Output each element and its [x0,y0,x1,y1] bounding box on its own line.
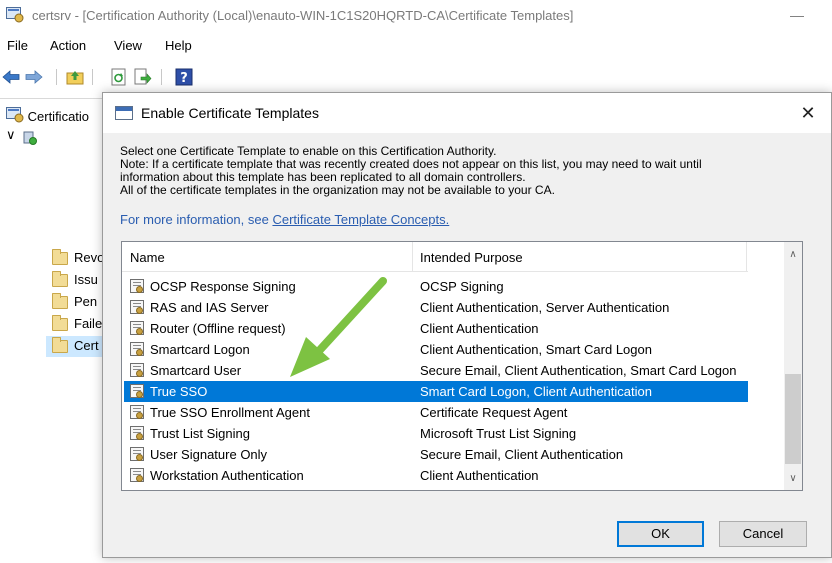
certificate-template-icon [130,468,144,482]
toolbar-separator [92,69,93,85]
template-name: Router (Offline request) [150,321,286,336]
tree-node-label: Issu [74,272,98,287]
tree-node-label: Cert [74,338,99,353]
template-purpose: Client Authentication [420,321,539,336]
column-divider[interactable] [412,242,413,272]
ca-server-icon [22,129,38,148]
template-purpose: Secure Email, Client Authentication [420,447,624,462]
column-divider[interactable] [746,242,747,272]
window-titlebar: certsrv - [Certification Authority (Loca… [0,0,832,34]
template-name: True SSO Enrollment Agent [150,405,310,420]
vertical-scrollbar[interactable]: ∧ ∨ [784,242,802,490]
minimize-button[interactable]: — [782,2,812,28]
folder-icon [52,271,68,287]
certificate-template-icon [130,363,144,377]
list-item[interactable]: User Signature Only Secure Email, Client… [124,444,748,465]
certificate-template-icon [130,405,144,419]
list-item[interactable]: Workstation Authentication Client Authen… [124,465,748,486]
template-name: User Signature Only [150,447,268,462]
template-purpose: Certificate Request Agent [420,405,568,420]
menu-action[interactable]: Action [50,38,86,53]
list-item[interactable]: RAS and IAS Server Client Authentication… [124,297,748,318]
list-item[interactable]: Router (Offline request) Client Authenti… [124,318,748,339]
tree-expander-icon[interactable]: ∨ [6,127,16,143]
list-item[interactable]: Smartcard Logon Client Authentication, S… [124,339,748,360]
dialog-title: Enable Certificate Templates [141,105,319,121]
menu-view[interactable]: View [114,38,142,53]
certificate-template-icon [130,384,144,398]
folder-icon [52,293,68,309]
template-name: Trust List Signing [150,426,250,441]
up-folder-icon[interactable] [66,68,84,86]
list-item[interactable]: True SSO Enrollment Agent Certificate Re… [124,402,748,423]
list-item-selected[interactable]: True SSO Smart Card Logon, Client Authen… [124,381,748,402]
dialog-description: Select one Certificate Template to enabl… [120,145,820,197]
certificate-template-icon [130,342,144,356]
tree-node-label: Revo [74,250,105,265]
list-item[interactable]: OCSP Response Signing OCSP Signing [124,276,748,297]
template-purpose: Secure Email, Client Authentication, Sma… [420,363,737,378]
scrollbar-thumb[interactable] [785,374,801,464]
enable-certificate-templates-dialog: Enable Certificate Templates ✕ Select on… [102,92,832,558]
column-header-purpose[interactable]: Intended Purpose [420,250,523,265]
scroll-down-icon[interactable]: ∨ [784,470,802,488]
forward-arrow-icon[interactable] [25,68,43,86]
template-name: True SSO [150,384,208,399]
template-purpose: Smart Card Logon, Client Authentication [420,384,652,399]
menu-file[interactable]: File [7,38,28,53]
help-icon[interactable]: ? [175,68,193,86]
template-purpose: Client Authentication, Smart Card Logon [420,342,652,357]
more-info-prefix: For more information, see [120,212,273,227]
close-button[interactable]: ✕ [793,99,823,127]
scroll-up-icon[interactable]: ∧ [784,246,802,264]
template-name: Smartcard User [150,363,242,378]
column-header-name[interactable]: Name [130,250,165,265]
description-line: All of the certificate templates in the … [120,183,555,197]
refresh-icon[interactable] [110,68,128,86]
svg-text:?: ? [180,71,188,86]
template-name: RAS and IAS Server [150,300,269,315]
template-purpose: OCSP Signing [420,279,504,294]
dialog-titlebar: Enable Certificate Templates ✕ [103,93,831,133]
certificate-template-icon [130,279,144,293]
template-purpose: Client Authentication, Server Authentica… [420,300,670,315]
folder-icon [52,249,68,265]
list-item[interactable]: Trust List Signing Microsoft Trust List … [124,423,748,444]
tree-root[interactable]: Certificatio [6,107,89,126]
certificate-template-icon [130,300,144,314]
certificate-template-concepts-link[interactable]: Certificate Template Concepts. [272,212,449,227]
tree-root-label: Certificatio [27,109,90,124]
folder-icon [52,315,68,331]
dialog-window-icon [115,106,133,120]
more-info-text: For more information, see Certificate Te… [120,212,449,227]
toolbar-separator [161,69,162,85]
export-list-icon[interactable] [134,68,152,86]
folder-icon [52,337,68,353]
console-tree: Certificatio ∨ Revo Issu Pen Faile Cert [0,98,110,563]
ok-button[interactable]: OK [617,521,704,547]
tree-node-label: Faile [74,316,103,331]
list-item[interactable]: Smartcard User Secure Email, Client Auth… [124,360,748,381]
toolbar: ? [0,64,832,90]
template-name: Smartcard Logon [150,342,250,357]
menu-help[interactable]: Help [165,38,192,53]
toolbar-separator [56,69,57,85]
list-header: Name Intended Purpose [122,242,748,272]
ca-root-icon [6,107,24,126]
certsrv-app-icon [6,7,24,23]
template-name: Workstation Authentication [150,468,304,483]
window-title: certsrv - [Certification Authority (Loca… [32,8,574,23]
certificate-template-icon [130,426,144,440]
back-arrow-icon[interactable] [2,68,20,86]
cancel-button[interactable]: Cancel [719,521,807,547]
templates-list[interactable]: Name Intended Purpose OCSP Response Sign… [121,241,803,491]
template-purpose: Microsoft Trust List Signing [420,426,577,441]
template-purpose: Client Authentication [420,468,539,483]
tree-node-label: Pen [74,294,98,309]
certificate-template-icon [130,321,144,335]
certificate-template-icon [130,447,144,461]
template-name: OCSP Response Signing [150,279,296,294]
